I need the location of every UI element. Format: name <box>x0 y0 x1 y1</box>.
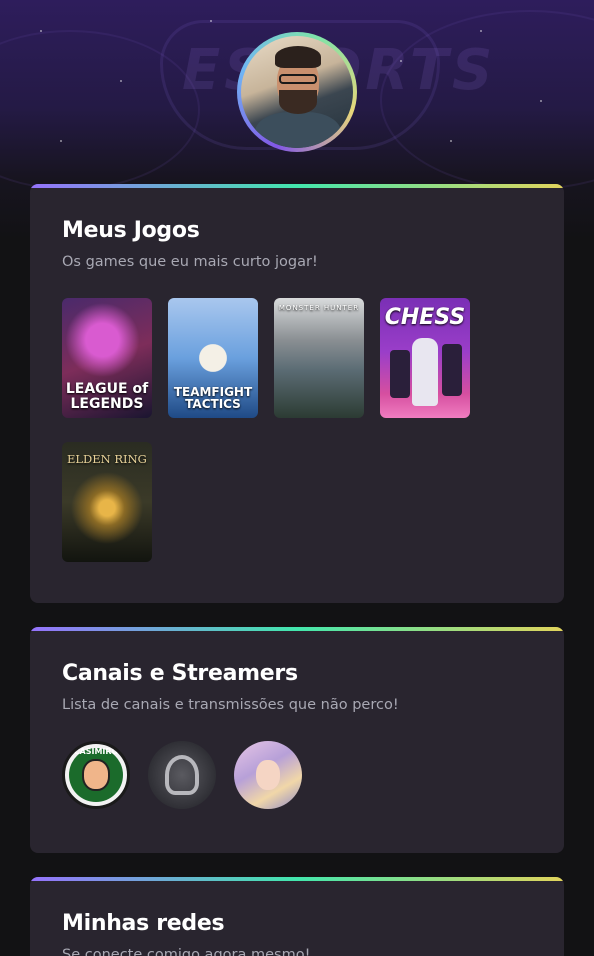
streamers-subtitle: Lista de canais e transmissões que não p… <box>62 697 399 713</box>
games-subtitle: Os games que eu mais curto jogar! <box>62 254 318 270</box>
anime-girl-icon <box>256 760 280 790</box>
profile-photo <box>241 36 353 148</box>
game-elden-ring[interactable]: ELDEN RING <box>62 442 152 562</box>
streamer-anime-girl[interactable] <box>234 741 302 809</box>
networks-title: Minhas redes <box>62 911 225 936</box>
king-icon <box>412 338 438 406</box>
games-grid: LEAGUE of LEGENDS TEAMFIGHT TACTICS MONS… <box>62 298 492 562</box>
streamer-casimiro[interactable]: CASIMIRO <box>62 741 130 809</box>
streamer-riot-games[interactable] <box>148 741 216 809</box>
game-label: ELDEN RING <box>67 452 147 466</box>
profile-avatar <box>237 32 357 152</box>
game-teamfight-tactics[interactable]: TEAMFIGHT TACTICS <box>168 298 258 418</box>
games-card: Meus Jogos Os games que eu mais curto jo… <box>30 184 564 603</box>
streamers-title: Canais e Streamers <box>62 661 298 686</box>
game-label: TEAMFIGHT TACTICS <box>173 385 253 411</box>
game-label: CHESS <box>384 305 466 330</box>
game-monster-hunter[interactable]: MONSTER HUNTER <box>274 298 364 418</box>
game-label: LEAGUE of LEGENDS <box>65 381 149 412</box>
casimiro-face-icon <box>82 759 110 791</box>
game-chess[interactable]: CHESS <box>380 298 470 418</box>
games-title: Meus Jogos <box>62 218 200 243</box>
streamers-card: Canais e Streamers Lista de canais e tra… <box>30 627 564 853</box>
game-league-of-legends[interactable]: LEAGUE of LEGENDS <box>62 298 152 418</box>
networks-subtitle: Se conecte comigo agora mesmo! <box>62 947 311 956</box>
rook-icon <box>390 350 410 398</box>
networks-card: Minhas redes Se conecte comigo agora mes… <box>30 877 564 956</box>
hooded-figure-icon <box>165 755 199 795</box>
streamer-label: CASIMIRO <box>73 747 119 756</box>
game-label: MONSTER HUNTER <box>278 304 360 312</box>
streamers-list: CASIMIRO <box>62 741 532 809</box>
rook-icon <box>442 344 462 396</box>
